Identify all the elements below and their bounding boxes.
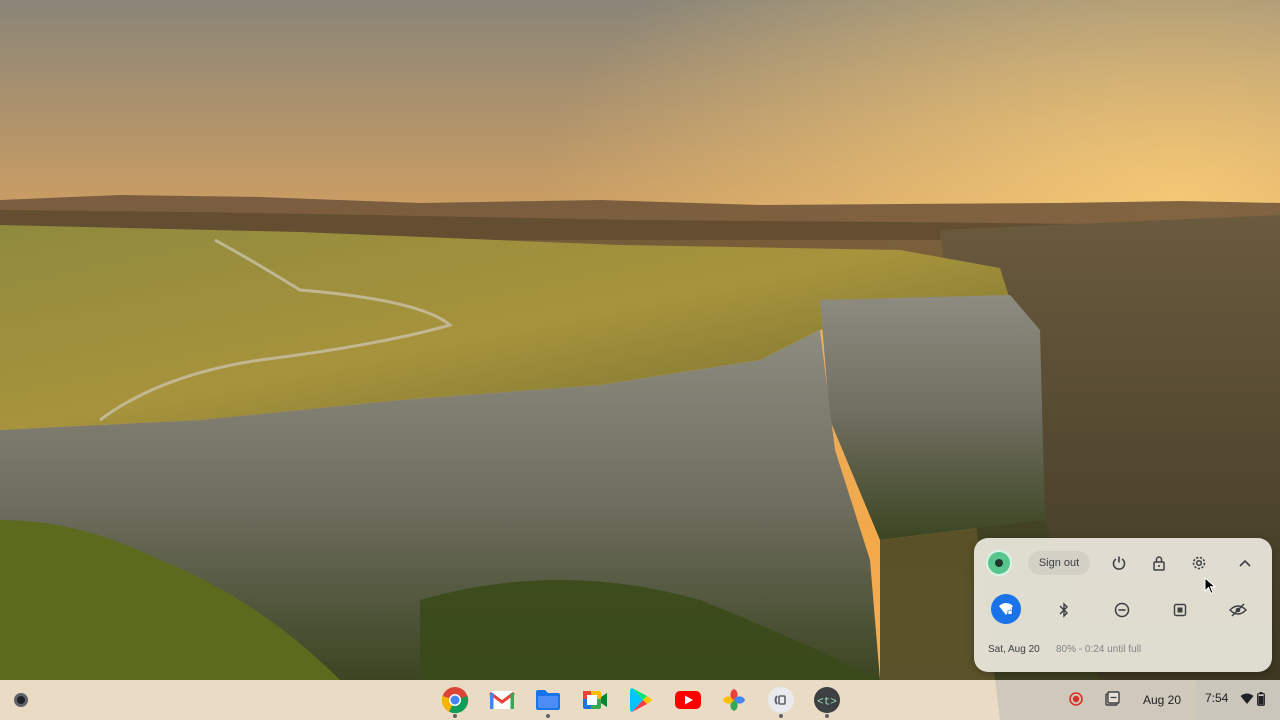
files-icon[interactable] bbox=[533, 685, 563, 718]
shelf: <t> bbox=[0, 680, 1280, 720]
wifi-status-icon bbox=[1240, 692, 1254, 710]
screencast-icon[interactable] bbox=[766, 685, 796, 718]
terminal-icon[interactable]: <t> bbox=[812, 685, 842, 718]
power-icon[interactable] bbox=[1107, 551, 1131, 575]
user-avatar[interactable] bbox=[986, 550, 1012, 576]
mouse-cursor bbox=[1204, 576, 1217, 600]
youtube-icon[interactable] bbox=[673, 685, 703, 715]
do-not-disturb-icon[interactable] bbox=[1108, 596, 1136, 624]
tray-date[interactable]: Aug 20 bbox=[1136, 690, 1188, 710]
collapse-icon[interactable] bbox=[1233, 551, 1257, 575]
meet-icon[interactable] bbox=[580, 685, 610, 715]
clock-time: 7:54 bbox=[1205, 691, 1229, 705]
launcher-icon[interactable] bbox=[14, 693, 28, 707]
status-area[interactable]: 7:54 bbox=[1196, 680, 1280, 720]
battery-status: 80% - 0:24 until full bbox=[1056, 644, 1142, 655]
screen-capture-icon[interactable] bbox=[1166, 596, 1194, 624]
svg-text:<t>: <t> bbox=[817, 697, 837, 709]
clipboard-icon[interactable] bbox=[1103, 690, 1121, 708]
date-label[interactable]: Sat, Aug 20 bbox=[988, 644, 1040, 655]
battery-icon bbox=[1257, 692, 1265, 711]
gmail-icon[interactable] bbox=[487, 685, 517, 715]
settings-icon[interactable] bbox=[1187, 551, 1211, 575]
quick-settings-panel: Sign out Sat, Aug 20 80% - 0:24 until fu… bbox=[974, 538, 1272, 672]
sign-out-button[interactable]: Sign out bbox=[1028, 551, 1090, 575]
bluetooth-icon[interactable] bbox=[1050, 596, 1078, 624]
record-icon[interactable] bbox=[1067, 690, 1085, 708]
privacy-icon[interactable] bbox=[1224, 596, 1252, 624]
photos-icon[interactable] bbox=[719, 685, 749, 715]
chrome-icon[interactable] bbox=[440, 685, 470, 718]
play-store-icon[interactable] bbox=[626, 685, 656, 715]
lock-icon[interactable] bbox=[1147, 551, 1171, 575]
wifi-icon[interactable] bbox=[991, 594, 1021, 624]
